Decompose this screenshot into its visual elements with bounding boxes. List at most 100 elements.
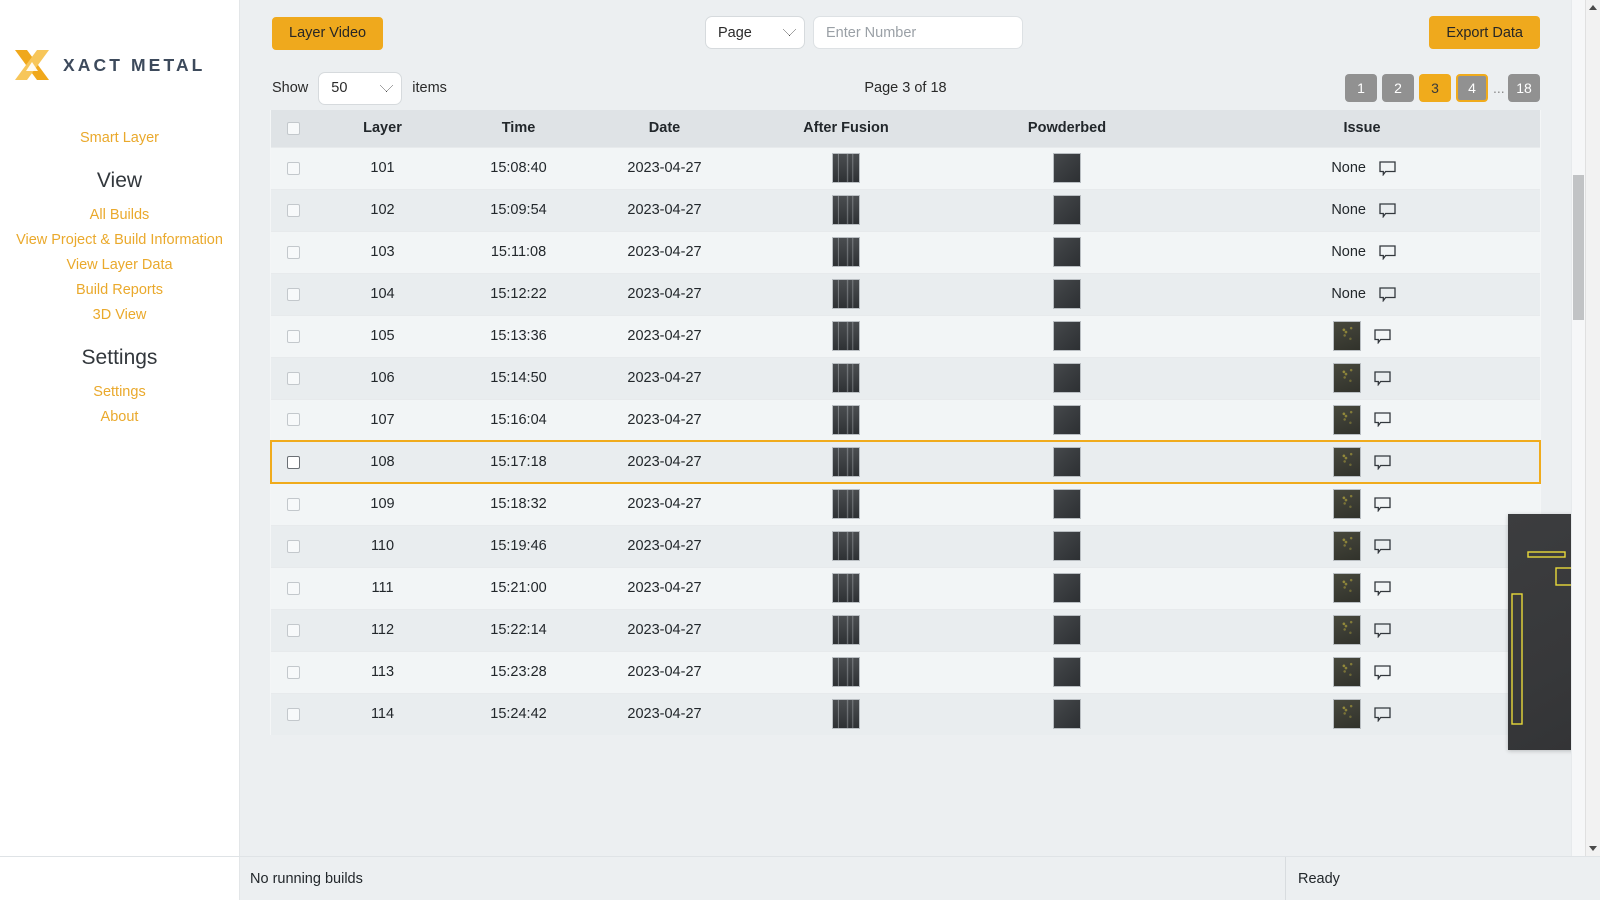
page-mode-select[interactable]: Page Layer	[705, 16, 805, 49]
table-row[interactable]: 11015:19:462023-04-27	[271, 525, 1540, 567]
after-fusion-thumbnail[interactable]	[832, 699, 860, 729]
content-scrollbar-thumb[interactable]	[1573, 175, 1584, 320]
powderbed-thumbnail[interactable]	[1053, 237, 1081, 267]
table-row[interactable]: 10415:12:222023-04-27None	[271, 273, 1540, 315]
content-scrollbar[interactable]	[1571, 0, 1585, 856]
header-layer[interactable]: Layer	[315, 110, 450, 147]
header-time[interactable]: Time	[450, 110, 587, 147]
issue-thumbnail[interactable]	[1333, 699, 1361, 729]
powderbed-thumbnail[interactable]	[1053, 195, 1081, 225]
powderbed-thumbnail[interactable]	[1053, 657, 1081, 687]
row-checkbox[interactable]	[287, 413, 300, 426]
comment-icon[interactable]	[1374, 329, 1391, 344]
row-checkbox[interactable]	[287, 498, 300, 511]
after-fusion-thumbnail[interactable]	[832, 363, 860, 393]
brand-logo[interactable]: XACT METAL	[0, 40, 239, 90]
window-scrollbar[interactable]	[1585, 0, 1600, 856]
issue-thumbnail[interactable]	[1333, 489, 1361, 519]
page-button-3-current[interactable]: 3	[1419, 74, 1451, 102]
sidebar-item-3d-view[interactable]: 3D View	[0, 303, 239, 328]
sidebar-item-smart-layer[interactable]: Smart Layer	[0, 126, 239, 151]
row-checkbox[interactable]	[287, 456, 300, 469]
row-checkbox[interactable]	[287, 582, 300, 595]
page-size-select[interactable]: 10 25 50 100	[318, 72, 402, 105]
comment-icon[interactable]	[1374, 455, 1391, 470]
comment-icon[interactable]	[1379, 203, 1396, 218]
issue-thumbnail[interactable]	[1333, 531, 1361, 561]
issue-thumbnail[interactable]	[1333, 657, 1361, 687]
row-checkbox[interactable]	[287, 708, 300, 721]
table-row[interactable]: 11415:24:422023-04-27	[271, 693, 1540, 735]
page-button-1[interactable]: 1	[1345, 74, 1377, 102]
powderbed-thumbnail[interactable]	[1053, 489, 1081, 519]
powderbed-thumbnail[interactable]	[1053, 615, 1081, 645]
sidebar-item-settings[interactable]: Settings	[0, 380, 239, 405]
row-checkbox[interactable]	[287, 162, 300, 175]
table-row[interactable]: 11215:22:142023-04-27	[271, 609, 1540, 651]
after-fusion-thumbnail[interactable]	[832, 195, 860, 225]
issue-thumbnail[interactable]	[1333, 363, 1361, 393]
table-row[interactable]: 10815:17:182023-04-27	[271, 441, 1540, 483]
row-checkbox[interactable]	[287, 204, 300, 217]
sidebar-item-view-project-build-information[interactable]: View Project & Build Information	[0, 228, 239, 253]
header-after-fusion[interactable]: After Fusion	[742, 110, 950, 147]
table-row[interactable]: 10715:16:042023-04-27	[271, 399, 1540, 441]
row-checkbox[interactable]	[287, 666, 300, 679]
sidebar-item-all-builds[interactable]: All Builds	[0, 203, 239, 228]
comment-icon[interactable]	[1379, 245, 1396, 260]
powderbed-thumbnail[interactable]	[1053, 699, 1081, 729]
page-button-18-last[interactable]: 18	[1508, 74, 1540, 102]
header-issue[interactable]: Issue	[1184, 110, 1540, 147]
scroll-down-arrow-icon[interactable]	[1586, 841, 1600, 856]
scroll-up-arrow-icon[interactable]	[1586, 0, 1600, 15]
comment-icon[interactable]	[1379, 161, 1396, 176]
powderbed-thumbnail[interactable]	[1053, 279, 1081, 309]
after-fusion-thumbnail[interactable]	[832, 657, 860, 687]
select-all-checkbox[interactable]	[287, 122, 300, 135]
table-row[interactable]: 11115:21:002023-04-27	[271, 567, 1540, 609]
layer-video-button[interactable]: Layer Video	[272, 17, 383, 50]
after-fusion-thumbnail[interactable]	[832, 573, 860, 603]
sidebar-item-view-layer-data[interactable]: View Layer Data	[0, 253, 239, 278]
comment-icon[interactable]	[1374, 623, 1391, 638]
powderbed-thumbnail[interactable]	[1053, 447, 1081, 477]
sidebar-item-build-reports[interactable]: Build Reports	[0, 278, 239, 303]
header-date[interactable]: Date	[587, 110, 742, 147]
row-checkbox[interactable]	[287, 246, 300, 259]
row-checkbox[interactable]	[287, 624, 300, 637]
powderbed-thumbnail[interactable]	[1053, 153, 1081, 183]
table-row[interactable]: 10215:09:542023-04-27None	[271, 189, 1540, 231]
row-checkbox[interactable]	[287, 540, 300, 553]
powderbed-thumbnail[interactable]	[1053, 405, 1081, 435]
issue-thumbnail[interactable]	[1333, 573, 1361, 603]
comment-icon[interactable]	[1379, 287, 1396, 302]
row-checkbox[interactable]	[287, 330, 300, 343]
page-button-2[interactable]: 2	[1382, 74, 1414, 102]
after-fusion-thumbnail[interactable]	[832, 321, 860, 351]
after-fusion-thumbnail[interactable]	[832, 531, 860, 561]
page-number-input[interactable]	[813, 16, 1023, 49]
after-fusion-thumbnail[interactable]	[832, 489, 860, 519]
row-checkbox[interactable]	[287, 288, 300, 301]
page-button-4[interactable]: 4	[1456, 74, 1488, 102]
table-row[interactable]: 10915:18:322023-04-27	[271, 483, 1540, 525]
table-row[interactable]: 10515:13:362023-04-27	[271, 315, 1540, 357]
comment-icon[interactable]	[1374, 665, 1391, 680]
powderbed-thumbnail[interactable]	[1053, 531, 1081, 561]
powderbed-thumbnail[interactable]	[1053, 573, 1081, 603]
table-row[interactable]: 10115:08:402023-04-27None	[271, 147, 1540, 189]
comment-icon[interactable]	[1374, 539, 1391, 554]
after-fusion-thumbnail[interactable]	[832, 237, 860, 267]
issue-thumbnail[interactable]	[1333, 615, 1361, 645]
after-fusion-thumbnail[interactable]	[832, 405, 860, 435]
after-fusion-thumbnail[interactable]	[832, 279, 860, 309]
issue-thumbnail[interactable]	[1333, 321, 1361, 351]
comment-icon[interactable]	[1374, 581, 1391, 596]
sidebar-item-about[interactable]: About	[0, 405, 239, 430]
comment-icon[interactable]	[1374, 497, 1391, 512]
comment-icon[interactable]	[1374, 412, 1391, 427]
comment-icon[interactable]	[1374, 707, 1391, 722]
row-checkbox[interactable]	[287, 372, 300, 385]
powderbed-thumbnail[interactable]	[1053, 363, 1081, 393]
comment-icon[interactable]	[1374, 371, 1391, 386]
